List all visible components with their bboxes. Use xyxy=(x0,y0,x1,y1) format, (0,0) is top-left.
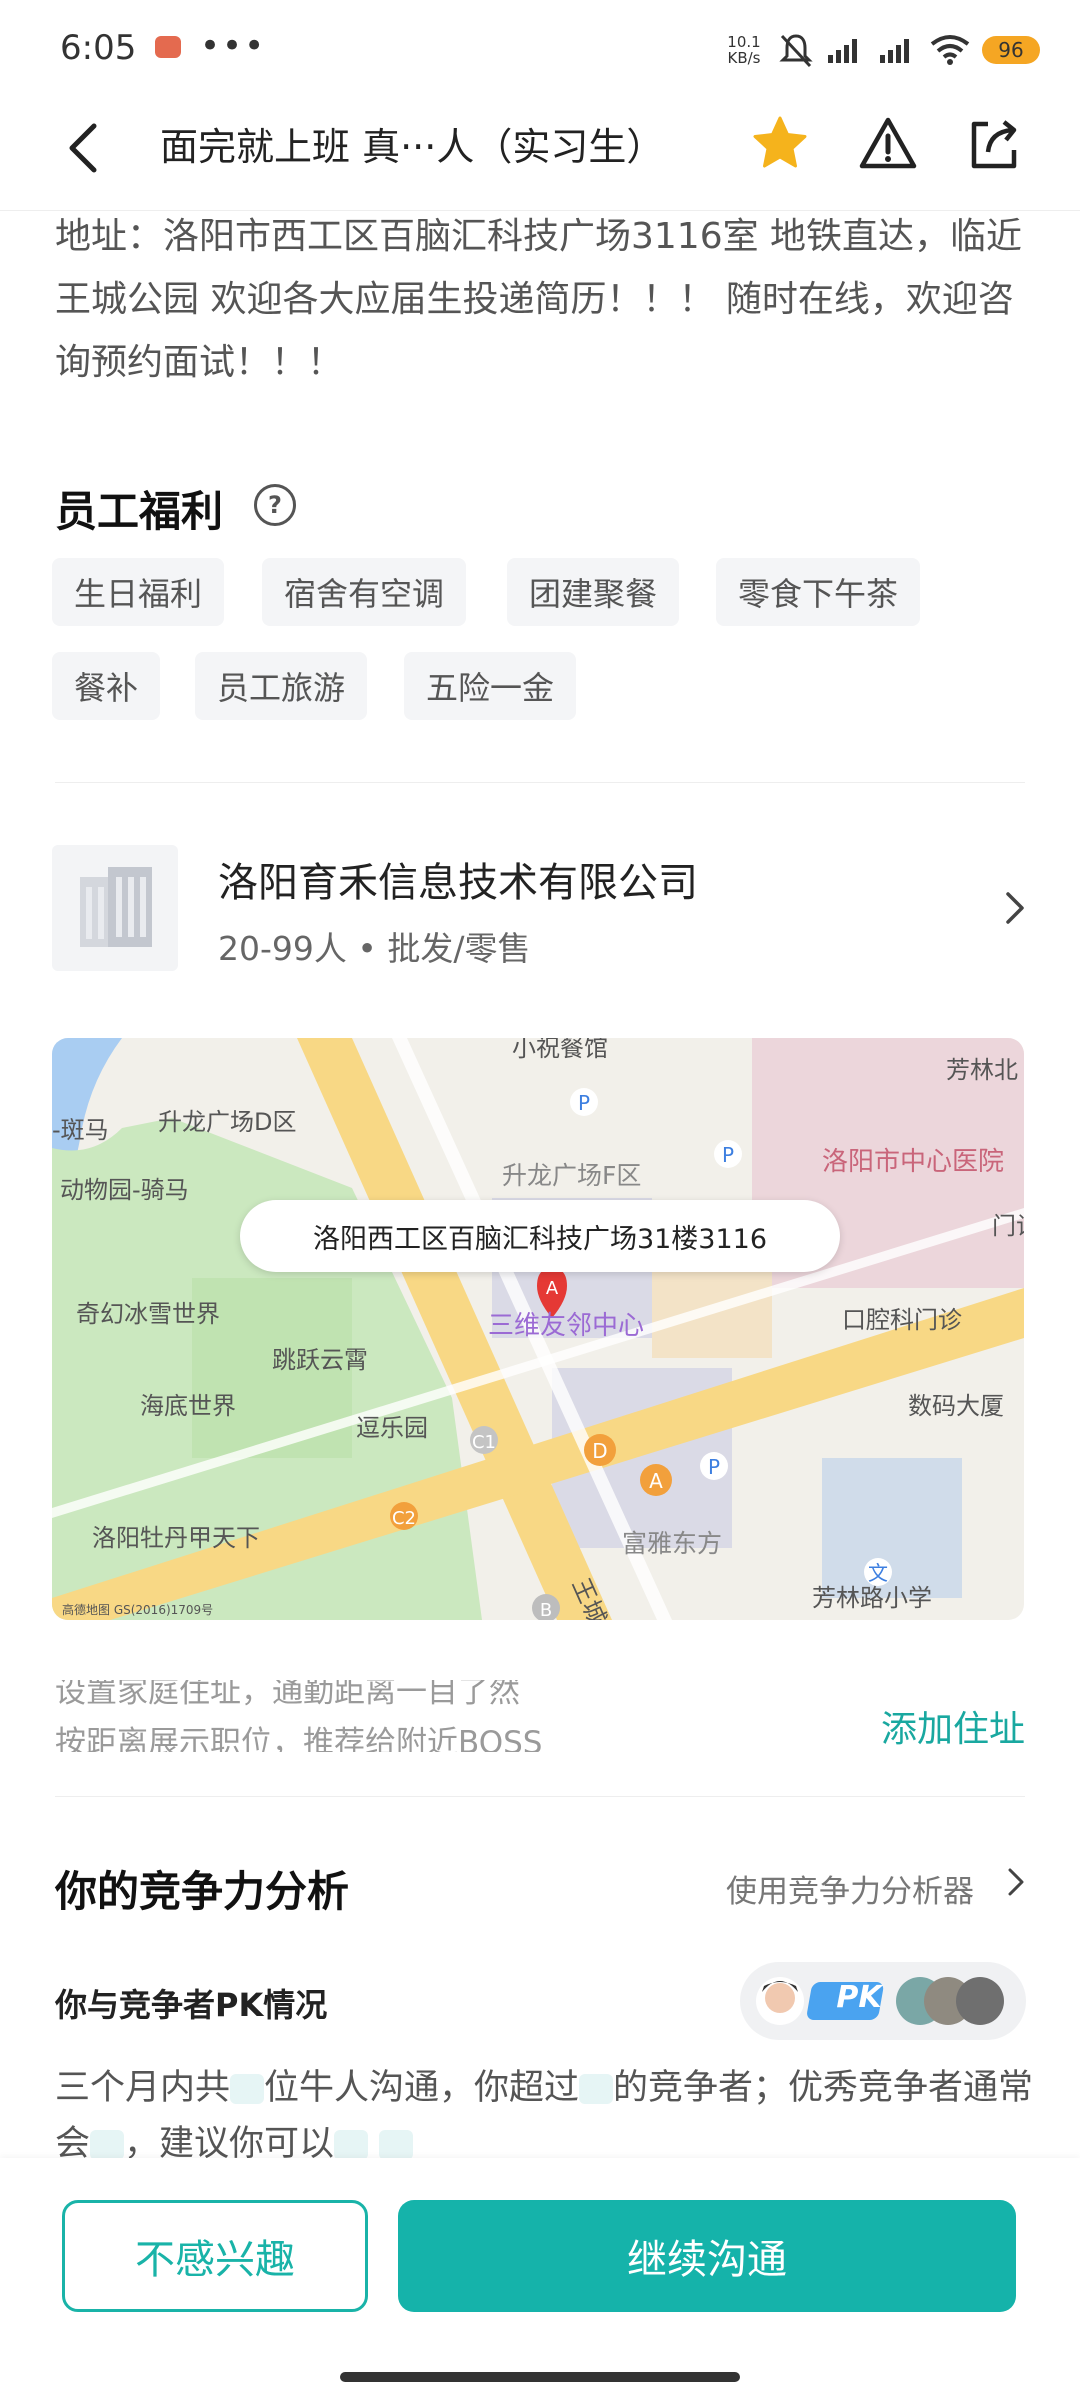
competition-title: 你的竞争力分析 xyxy=(55,1867,350,1916)
map-address-bubble: 洛阳西工区百脑汇科技广场31楼3116 xyxy=(240,1200,840,1272)
benefit-tag: 员工旅游 xyxy=(195,652,368,720)
map-label: -斑马 xyxy=(52,1116,109,1144)
map-marker-c2: C2 xyxy=(392,1508,416,1529)
competition-analyzer-link[interactable]: 使用竞争力分析器 xyxy=(726,1866,974,1911)
benefit-tag: 宿舍有空调 xyxy=(262,558,467,626)
benefits-title: 员工福利 xyxy=(55,487,224,536)
not-interested-button[interactable]: 不感兴趣 xyxy=(62,2200,368,2312)
location-pin-label: A xyxy=(546,1278,559,1299)
commute-hint-line-1: 设置家庭住址，通勤距离一目了然 xyxy=(55,1680,520,1710)
competition-description: 三个月内共 位牛人沟通，你超过 的竞争者；优秀竞争者通常会 ，建议你可以 xyxy=(55,2060,1035,2170)
continue-chat-button[interactable]: 继续沟通 xyxy=(398,2200,1016,2312)
benefit-tag: 五险一金 xyxy=(404,652,577,720)
home-indicator[interactable] xyxy=(340,2372,740,2382)
signal-icon-2 xyxy=(880,39,909,63)
avatar xyxy=(956,1977,1004,2025)
map-marker-a: A xyxy=(649,1469,663,1493)
network-speed: 10.1 KB/s xyxy=(722,34,766,66)
map-label-hospital: 洛阳市中心医院 xyxy=(822,1147,1004,1177)
chevron-right-icon[interactable] xyxy=(1004,890,1026,926)
back-arrow-icon[interactable] xyxy=(60,118,108,178)
company-name[interactable]: 洛阳育禾信息技术有限公司 xyxy=(218,850,698,908)
map-label: 奇幻冰雪世界 xyxy=(76,1300,220,1328)
more-notifications-icon: ••• xyxy=(200,26,267,66)
map-marker-d: D xyxy=(592,1439,607,1463)
help-icon[interactable]: ? xyxy=(254,484,296,526)
map-label: 动物园-骑马 xyxy=(60,1176,189,1204)
competition-text: 位牛人沟通，你超过 xyxy=(264,2068,580,2108)
blurred-value xyxy=(579,2074,614,2104)
benefit-tag: 生日福利 xyxy=(52,558,225,626)
map-label: 小祝餐馆 xyxy=(512,1038,608,1062)
map-label: 芳林路小学 xyxy=(812,1584,932,1612)
blurred-value xyxy=(379,2130,414,2160)
signal-icon xyxy=(828,39,857,63)
status-indicators: 10.1 KB/s 96 xyxy=(722,28,1040,72)
map-label: 芳林北 xyxy=(946,1056,1018,1084)
share-icon[interactable] xyxy=(962,112,1026,176)
map-label: 富雅东方 xyxy=(622,1529,722,1558)
pk-badge-text: PK xyxy=(836,1980,882,2015)
pk-label: 你与竞争者PK情况 xyxy=(55,1986,328,2024)
map-label: 升龙广场D区 xyxy=(158,1108,296,1136)
commute-hint-line-2: 按距离展示职位，推荐给附近BOSS xyxy=(55,1725,543,1752)
map-canvas[interactable]: D A C1 C2 B A 小祝餐馆 芳林北 升龙广场D区 -斑马 洛阳市中心医… xyxy=(52,1038,1024,1620)
map-label: 升龙广场F区 xyxy=(502,1161,641,1190)
parking-icon: P xyxy=(578,1091,590,1115)
map-label: 门诊 xyxy=(992,1212,1024,1240)
map-marker-b: B xyxy=(540,1600,552,1620)
competition-text: 三个月内共 xyxy=(55,2068,231,2108)
page-title: 面完就上班 真···人（实习生） xyxy=(160,125,665,169)
blurred-value xyxy=(90,2130,125,2160)
map-label: 口腔科门诊 xyxy=(842,1306,962,1334)
map-marker-c1: C1 xyxy=(472,1432,496,1453)
network-speed-value: 10.1 xyxy=(727,33,761,51)
mute-icon xyxy=(779,34,813,68)
favorite-star-icon[interactable] xyxy=(748,112,812,176)
battery-icon: 96 xyxy=(982,36,1040,64)
chevron-right-icon[interactable] xyxy=(1006,1866,1026,1898)
pk-avatars[interactable]: PK xyxy=(740,1962,1026,2040)
app-notification-icon xyxy=(155,36,181,58)
map-label: 数码大厦 xyxy=(908,1392,1004,1420)
add-address-button[interactable]: 添加住址 xyxy=(881,1700,1025,1752)
commute-hint: 设置家庭住址，通勤距离一目了然 按距离展示职位，推荐给附近BOSS xyxy=(55,1680,835,1752)
report-warning-icon[interactable] xyxy=(856,112,920,176)
company-logo[interactable] xyxy=(52,845,178,971)
map-copyright: 高德地图 GS(2016)1709号 xyxy=(62,1602,213,1617)
benefit-tag: 团建聚餐 xyxy=(507,558,680,626)
map-label: 逗乐园 xyxy=(356,1414,428,1442)
map-label: 跳跃云霄 xyxy=(272,1346,368,1374)
company-meta: 20-99人 • 批发/零售 xyxy=(218,929,531,968)
parking-icon: P xyxy=(722,1143,734,1167)
building-icon xyxy=(80,867,152,947)
location-map[interactable]: D A C1 C2 B A 小祝餐馆 芳林北 升龙广场D区 -斑马 洛阳市中心医… xyxy=(52,1038,1024,1620)
blurred-value xyxy=(230,2074,265,2104)
blurred-value xyxy=(334,2130,369,2160)
wifi-icon xyxy=(930,35,970,65)
map-label-sanwei: 三维友邻中心 xyxy=(488,1311,644,1341)
benefit-tag: 餐补 xyxy=(52,652,161,720)
divider xyxy=(55,1796,1025,1797)
network-speed-unit: KB/s xyxy=(727,49,761,67)
job-address-description: 地址：洛阳市西工区百脑汇科技广场3116室 地铁直达，临近王城公园 欢迎各大应届… xyxy=(55,216,1023,383)
benefit-tag: 零食下午茶 xyxy=(716,558,921,626)
parking-icon: P xyxy=(708,1455,720,1479)
map-label: 洛阳牡丹甲天下 xyxy=(92,1524,260,1552)
school-icon: 文 xyxy=(868,1561,888,1585)
divider xyxy=(55,782,1025,783)
status-time: 6:05 xyxy=(60,28,137,68)
map-label: 海底世界 xyxy=(140,1392,236,1420)
